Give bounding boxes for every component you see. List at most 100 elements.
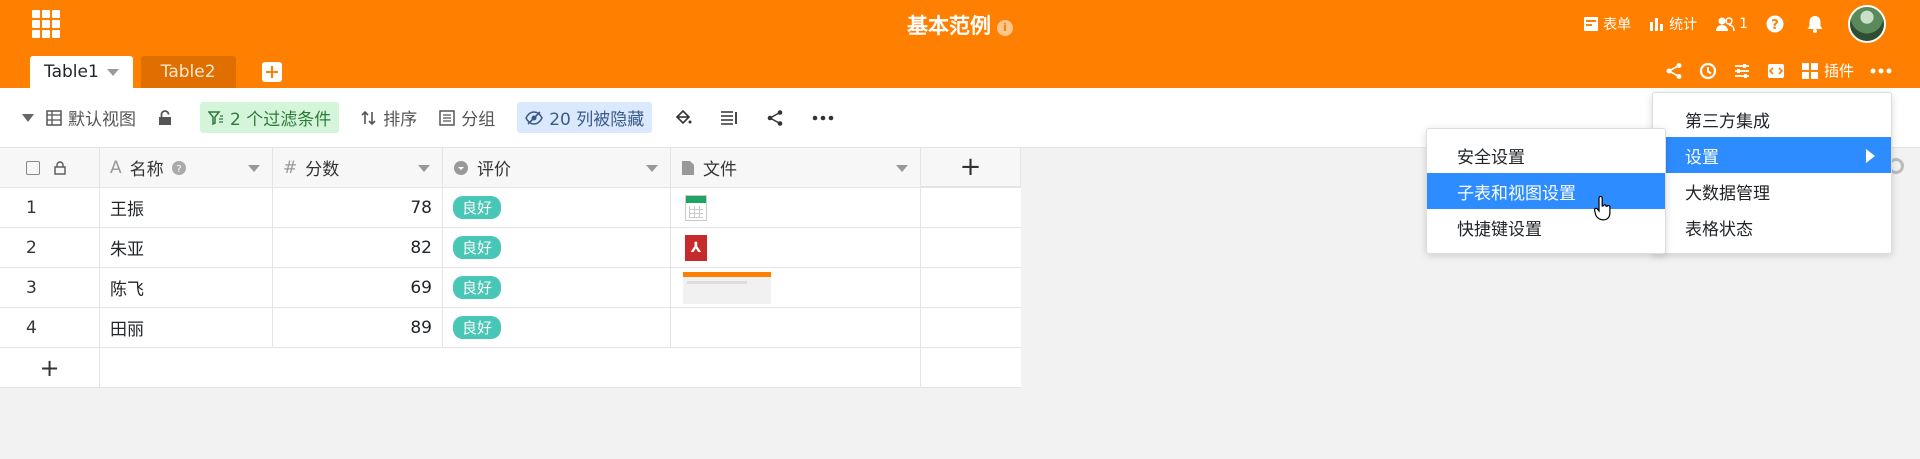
chevron-down-icon[interactable] (106, 68, 119, 76)
more-view-options-button[interactable] (812, 115, 840, 121)
share-button[interactable] (1665, 62, 1683, 80)
sort-label: 排序 (383, 110, 418, 130)
rating-cell[interactable]: 良好 (443, 188, 671, 227)
notifications-button[interactable] (1806, 15, 1828, 33)
table-row[interactable]: 3 陈飞 69 良好 (0, 268, 1021, 308)
help-button[interactable]: ? (1766, 15, 1788, 33)
name-cell[interactable]: 朱亚 (100, 228, 273, 267)
group-label: 分组 (461, 110, 496, 130)
row-height-button[interactable] (720, 110, 744, 126)
score-cell[interactable]: 69 (273, 268, 443, 307)
lock-icon[interactable] (54, 160, 66, 175)
image-thumbnail[interactable] (683, 271, 771, 304)
column-header-name[interactable]: A 名称 ? (100, 148, 273, 187)
column-label: 评价 (477, 160, 511, 180)
file-cell[interactable] (671, 188, 921, 227)
score-cell[interactable]: 78 (273, 188, 443, 227)
plugins-button[interactable]: 插件 (1801, 60, 1854, 81)
help-icon[interactable]: ? (171, 160, 186, 175)
plugins-label: 插件 (1823, 62, 1854, 80)
table-row[interactable]: 1 王振 78 良好 (0, 188, 1021, 228)
column-header-rating[interactable]: 评价 (443, 148, 671, 187)
name-cell[interactable]: 陈飞 (100, 268, 273, 307)
table-row[interactable]: 2 朱亚 82 良好 ⅄ (0, 228, 1021, 268)
filter-button[interactable]: 2 个过滤条件 (200, 102, 340, 133)
tab-table2[interactable]: Table2 (140, 56, 236, 88)
chevron-down-icon[interactable] (646, 165, 658, 172)
menu-item-table-status[interactable]: 表格状态 (1653, 209, 1891, 245)
column-header-file[interactable]: 文件 (671, 148, 921, 187)
stats-button[interactable]: 统计 (1649, 14, 1697, 34)
group-button[interactable]: 分组 (439, 105, 495, 130)
add-table-icon[interactable] (261, 62, 282, 82)
lock-view-button[interactable] (158, 109, 178, 126)
menu-item-label: 大数据管理 (1685, 183, 1770, 204)
file-cell[interactable] (671, 308, 921, 347)
rating-cell[interactable]: 良好 (443, 228, 671, 267)
menu-item-third-party[interactable]: 第三方集成 (1653, 101, 1891, 137)
menu-item-label: 子表和视图设置 (1457, 183, 1576, 204)
form-button[interactable]: 表单 (1583, 14, 1631, 34)
pdf-file-icon[interactable]: ⅄ (685, 234, 707, 261)
hidden-columns-button[interactable]: 20 列被隐藏 (517, 102, 653, 133)
chevron-down-icon[interactable] (248, 165, 260, 172)
rating-cell[interactable]: 良好 (443, 268, 671, 307)
tab-label: Table1 (44, 62, 99, 82)
collaborators-button[interactable]: 1 (1715, 16, 1748, 32)
file-cell[interactable] (671, 268, 921, 307)
hand-cursor-icon (1594, 196, 1611, 221)
eye-off-icon (525, 110, 544, 125)
tab-table1[interactable]: Table1 (30, 56, 133, 88)
select-all-cell (0, 148, 100, 187)
stats-label: 统计 (1669, 17, 1698, 33)
name-cell[interactable]: 田丽 (100, 308, 273, 347)
chevron-down-icon[interactable] (22, 113, 34, 122)
user-avatar[interactable] (1848, 5, 1886, 43)
add-row: + (0, 348, 1021, 388)
menu-item-settings[interactable]: 设置 (1653, 137, 1891, 173)
help-icon: ? (1766, 15, 1784, 33)
table-row[interactable]: 4 田丽 89 良好 (0, 308, 1021, 348)
name-cell[interactable]: 王振 (100, 188, 273, 227)
info-icon[interactable]: i (997, 20, 1013, 36)
select-all-checkbox[interactable] (26, 160, 40, 175)
view-name: 默认视图 (68, 110, 136, 130)
chevron-down-icon[interactable] (896, 165, 908, 172)
menu-item-big-data[interactable]: 大数据管理 (1653, 173, 1891, 209)
add-column-button[interactable]: + (921, 148, 1021, 187)
view-selector[interactable]: 默认视图 (46, 105, 136, 130)
users-icon (1716, 17, 1735, 32)
collaborator-count: 1 (1739, 16, 1748, 32)
script-button[interactable] (1767, 62, 1785, 80)
menu-item-table-view-settings[interactable]: 子表和视图设置 (1427, 173, 1665, 209)
score-cell[interactable]: 89 (273, 308, 443, 347)
tab-label: Table2 (160, 62, 216, 82)
chevron-right-icon (1866, 149, 1875, 163)
row-color-button[interactable] (674, 109, 698, 127)
rating-tag: 良好 (453, 196, 502, 219)
rating-cell[interactable]: 良好 (443, 308, 671, 347)
base-title-text[interactable]: 基本范例 (907, 14, 991, 38)
history-button[interactable] (1699, 62, 1717, 80)
filter-settings-button[interactable] (1733, 62, 1751, 80)
menu-item-security-settings[interactable]: 安全设置 (1427, 137, 1665, 173)
add-row-button[interactable]: + (0, 348, 100, 387)
file-cell[interactable]: ⅄ (671, 228, 921, 267)
more-button[interactable] (1870, 68, 1892, 74)
paint-bucket-icon (676, 109, 692, 124)
chevron-down-icon[interactable] (418, 165, 430, 172)
history-icon (1699, 62, 1717, 79)
excel-file-icon[interactable] (685, 194, 707, 221)
sort-button[interactable]: 排序 (361, 105, 417, 130)
row-number: 1 (0, 188, 100, 227)
row-number: 3 (0, 268, 100, 307)
column-header-score[interactable]: # 分数 (273, 148, 443, 187)
table-tabs: Table1 Table2 (30, 56, 282, 88)
score-cell[interactable]: 82 (273, 228, 443, 267)
single-select-icon (454, 160, 468, 175)
menu-item-shortcut-settings[interactable]: 快捷键设置 (1427, 209, 1665, 245)
row-height-icon (721, 110, 738, 125)
share-view-button[interactable] (766, 109, 790, 127)
header-actions: 表单 统计 1 ? (1565, 5, 1886, 43)
sliders-icon (1734, 63, 1749, 78)
